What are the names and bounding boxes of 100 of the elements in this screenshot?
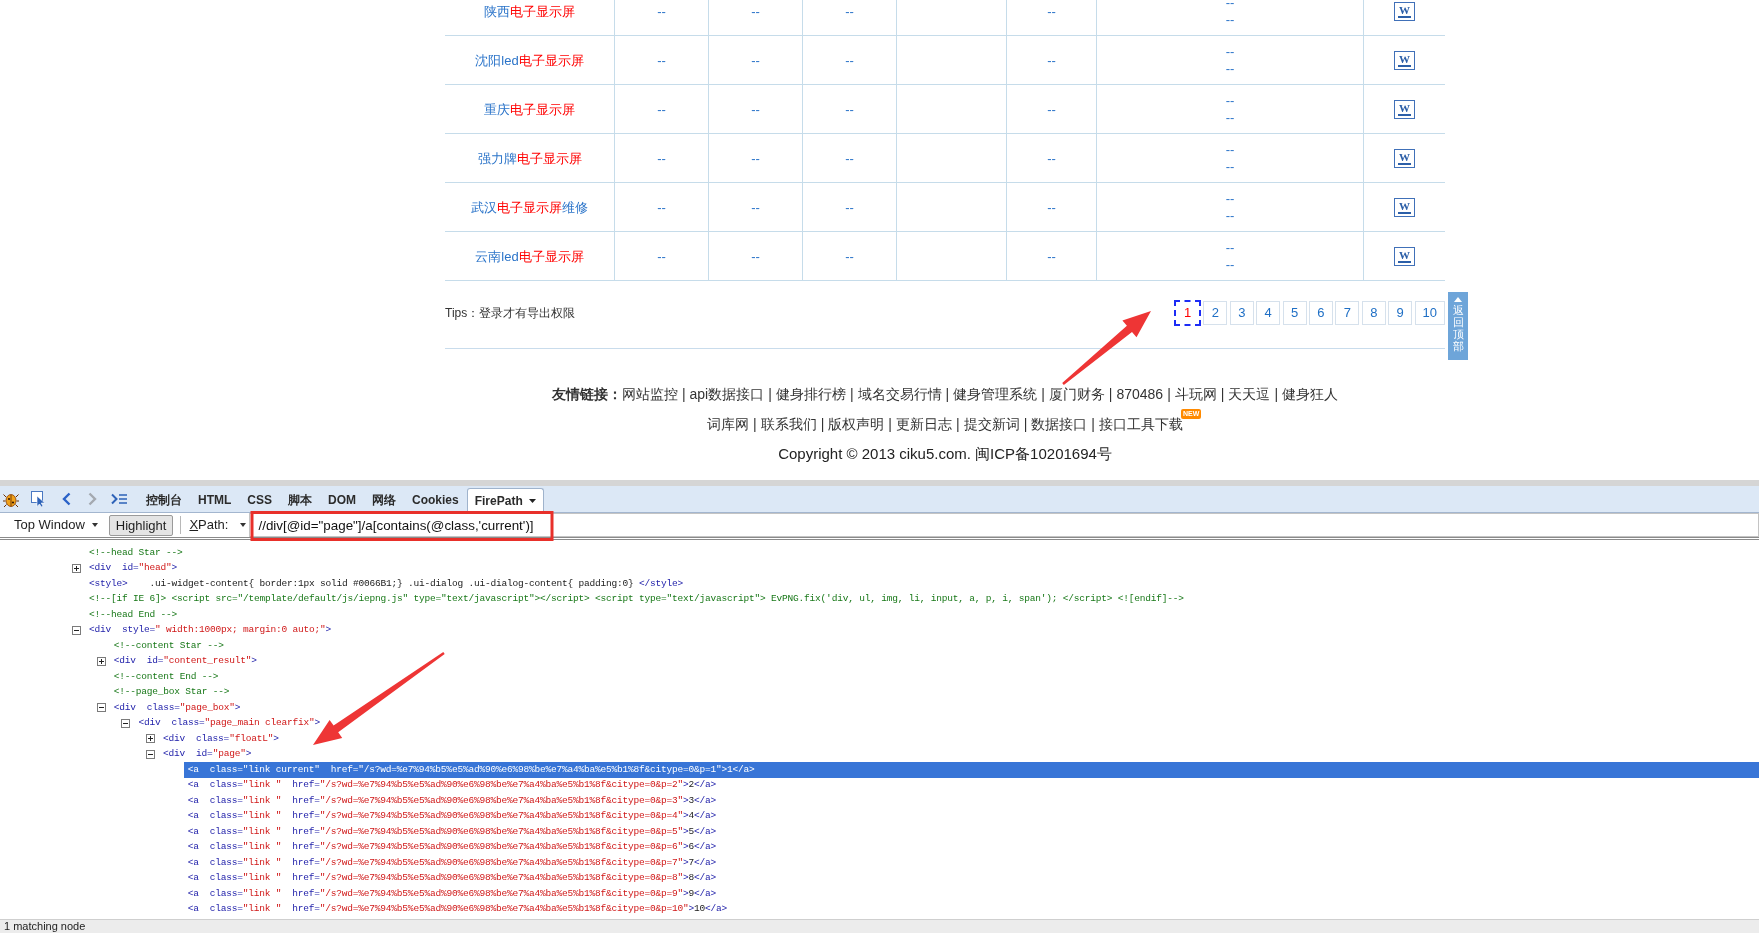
page-link[interactable]: 1 (1174, 300, 1201, 326)
page-link[interactable]: 8 (1361, 301, 1386, 325)
footer-link[interactable]: api数据接口 (689, 384, 765, 406)
link-separator: | (753, 414, 757, 434)
caret-icon[interactable] (240, 523, 247, 527)
page-link[interactable]: 7 (1335, 301, 1360, 325)
footer-link[interactable]: 域名交易行情 (857, 384, 942, 406)
cell-value: -- (657, 2, 666, 20)
page-link[interactable]: 6 (1308, 301, 1333, 325)
panel-tab[interactable]: 控制台 (138, 487, 190, 512)
panel-tab[interactable]: FirePath (466, 488, 544, 513)
plus-box-icon[interactable] (96, 656, 106, 666)
code-line[interactable]: <a class="link " href="/s?wd=%e7%94%b5%e5%ad%90%e6%98%be%e7%a4%ba%e5%b1%8f&citype=0&p=10">10</a> (183, 901, 727, 917)
footer-link[interactable]: 870486 (1116, 384, 1164, 406)
highlight-toggle-button[interactable]: Highlight (108, 514, 174, 536)
selector-type-dropdown[interactable]: XPath: (189, 515, 247, 535)
minus-box-icon[interactable] (72, 625, 81, 635)
word-export-button[interactable]: W (1394, 99, 1415, 119)
plus-box-icon[interactable] (72, 563, 81, 573)
code-line[interactable]: <!--content End --> (109, 669, 219, 685)
code-line[interactable]: <!--page_box Star --> (109, 684, 230, 700)
footer-link[interactable]: 健身管理系统 (953, 384, 1038, 406)
copyright-text: Copyright © 2013 ciku5.com. 闽ICP备10201694号 (778, 443, 1112, 464)
code-line[interactable]: <div id="content_result"> (109, 653, 257, 669)
caret-icon[interactable] (91, 523, 98, 527)
page-link[interactable]: 9 (1388, 301, 1413, 325)
code-line[interactable]: <a class="link " href="/s?wd=%e7%94%b5%e5%ad%90%e6%98%be%e7%a4%ba%e5%b1%8f&citype=0&p=7">7</a> (183, 855, 716, 871)
panel-tab[interactable]: CSS (239, 487, 280, 512)
code-line[interactable]: <!--content Star --> (109, 638, 224, 654)
panel-tab[interactable]: Cookies (404, 487, 467, 512)
cell-value: -- (751, 2, 760, 20)
caret-icon[interactable] (528, 499, 536, 503)
footer-link[interactable]: 厦门财务 (1048, 384, 1105, 406)
footer-link[interactable]: 健身排行榜 (775, 384, 846, 406)
xpath-field[interactable]: //div[@id="page"]/a[contains(@class,'current')] (249, 513, 1759, 537)
code-line[interactable]: <div class="floatL"> (159, 731, 279, 747)
code-line[interactable]: <div style=" width:1000px; margin:0 auto;"> (85, 622, 332, 638)
word-export-button[interactable]: W (1394, 1, 1415, 21)
footer-link[interactable]: 天天逗 (1228, 384, 1271, 406)
code-line[interactable]: <div class="page_main clearfix"> (134, 715, 320, 731)
code-line[interactable]: <style> .ui-widget-content{ border:1px solid #0066B1;} .ui-dialog .ui-dialog-content{ padding:0} </style> (85, 576, 684, 592)
keyword-link[interactable]: 武汉电子显示屏维修 (471, 198, 588, 216)
cell-value: -- (1047, 51, 1056, 69)
command-line-icon[interactable] (111, 493, 127, 505)
cell-value: -- (1225, 0, 1235, 11)
keyword-link[interactable]: 陕西电子显示屏 (484, 2, 575, 20)
minus-box-icon[interactable] (96, 703, 106, 713)
cell-value: -- (657, 247, 666, 265)
word-export-button[interactable]: W (1394, 246, 1415, 266)
page-link[interactable]: 10 (1414, 301, 1445, 325)
word-export-button[interactable]: W (1394, 50, 1415, 70)
cell-value: -- (1047, 2, 1056, 20)
plus-box-icon[interactable] (146, 734, 156, 744)
code-line[interactable]: <a class="link " href="/s?wd=%e7%94%b5%e5%ad%90%e6%98%be%e7%a4%ba%e5%b1%8f&citype=0&p=5">5</a> (183, 824, 716, 840)
code-line[interactable]: <!--head End --> (85, 607, 177, 623)
code-line[interactable]: <a class="link " href="/s?wd=%e7%94%b5%e5%ad%90%e6%98%be%e7%a4%ba%e5%b1%8f&citype=0&p=8">8</a> (183, 870, 716, 886)
code-line[interactable]: <a class="link " href="/s?wd=%e7%94%b5%e5%ad%90%e6%98%be%e7%a4%ba%e5%b1%8f&citype=0&p=2">2</a> (183, 777, 716, 793)
footer-link[interactable]: 词库网 (707, 413, 750, 435)
keyword-link[interactable]: 沈阳led电子显示屏 (475, 51, 584, 69)
footer-link[interactable]: 健身狂人 (1282, 384, 1339, 406)
code-line[interactable]: <div class="page_box"> (109, 700, 241, 716)
code-line[interactable]: <a class="link " href="/s?wd=%e7%94%b5%e5%ad%90%e6%98%be%e7%a4%ba%e5%b1%8f&citype=0&p=9">9</a> (183, 886, 716, 902)
footer-link[interactable]: 斗玩网 (1174, 384, 1217, 406)
cell-value: -- (845, 198, 854, 216)
panel-tab[interactable]: 网络 (364, 487, 404, 512)
panel-tab[interactable]: 脚本 (280, 487, 320, 512)
word-export-button[interactable]: W (1394, 148, 1415, 168)
word-export-button[interactable]: W (1394, 197, 1415, 217)
panel-tab[interactable]: HTML (190, 487, 240, 512)
cell-value: -- (1225, 239, 1235, 256)
page-link[interactable]: 2 (1203, 301, 1228, 325)
page-link[interactable]: 4 (1256, 301, 1281, 325)
keyword-link[interactable]: 强力牌电子显示屏 (477, 149, 582, 167)
code-line[interactable]: <a class="link " href="/s?wd=%e7%94%b5%e5%ad%90%e6%98%be%e7%a4%ba%e5%b1%8f&citype=0&p=6">6</a> (183, 839, 716, 855)
bug-icon[interactable] (3, 491, 19, 507)
inspect-cursor-icon[interactable] (31, 491, 47, 507)
back-icon[interactable] (61, 492, 71, 506)
code-line[interactable]: <div id="head"> (85, 560, 178, 576)
cell-value: -- (751, 100, 760, 118)
code-line[interactable]: <!--head Star --> (85, 545, 183, 561)
panel-tab[interactable]: DOM (320, 487, 364, 512)
frame-dropdown[interactable]: Top Window (0, 515, 102, 535)
minus-box-icon[interactable] (146, 749, 156, 759)
code-line[interactable]: <div id="page"> (159, 746, 252, 762)
cell-value: -- (1047, 247, 1056, 265)
minus-box-icon[interactable] (121, 718, 131, 728)
footer-link[interactable]: 数据接口 (1031, 413, 1088, 435)
keyword-link[interactable]: 云南led电子显示屏 (475, 247, 584, 265)
code-line[interactable]: <!--[if IE 6]> <script src="/template/default/js/iepng.js" type="text/javascript"></script> <script type="text/javascript"> EvPNG.fix('div, ul, img, li, input, a, p, i, span'); </script> <![endif]--> (85, 591, 1184, 607)
footer-link[interactable]: 提交新词 (963, 413, 1020, 435)
footer-link[interactable]: 联系我们 (760, 413, 817, 435)
footer-link[interactable]: 网站监控 (621, 384, 678, 406)
footer-link[interactable]: 接口工具下载 (1098, 413, 1183, 435)
page-link[interactable]: 3 (1229, 301, 1254, 325)
footer-link[interactable]: 版权声明 (828, 413, 885, 435)
page-link[interactable]: 5 (1282, 301, 1307, 325)
code-line[interactable]: <a class="link " href="/s?wd=%e7%94%b5%e5%ad%90%e6%98%be%e7%a4%ba%e5%b1%8f&citype=0&p=3">3</a> (183, 793, 716, 809)
footer-link[interactable]: 更新日志 (896, 413, 952, 435)
keyword-link[interactable]: 重庆电子显示屏 (484, 100, 575, 118)
code-line[interactable]: <a class="link " href="/s?wd=%e7%94%b5%e5%ad%90%e6%98%be%e7%a4%ba%e5%b1%8f&citype=0&p=4">4</a> (183, 808, 716, 824)
